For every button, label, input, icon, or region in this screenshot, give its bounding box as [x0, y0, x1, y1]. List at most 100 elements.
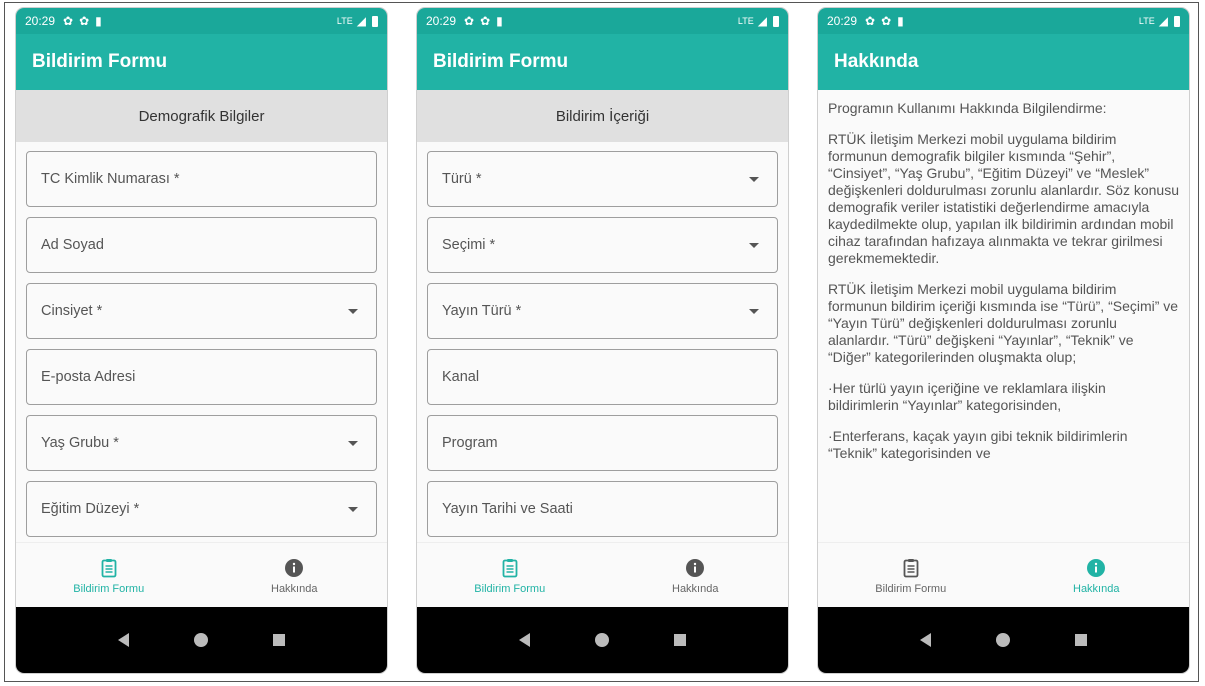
phone-screen-about: 20:29 ✿ ✿ ▮ LTE ◢ Hakkında Programın Kul… [818, 8, 1189, 673]
settings-icon: ✿ [464, 14, 475, 28]
sd-card-icon: ▮ [95, 14, 102, 28]
settings-icon: ✿ [63, 14, 74, 28]
dropdown-arrow-icon [348, 507, 358, 512]
section-header: Demografik Bilgiler [16, 90, 387, 142]
status-time: 20:29 [25, 14, 56, 28]
app-bar-title: Bildirim Formu [16, 34, 387, 90]
about-heading: Programın Kullanımı Hakkında Bilgilendir… [828, 100, 1107, 116]
battery-icon [1174, 15, 1180, 27]
about-paragraph: RTÜK İletişim Merkezi mobil uygulama bil… [828, 131, 1179, 266]
field-label: Program [442, 435, 498, 451]
form-fields: Türü * Seçimi * Yayın Türü * Kanal Progr… [417, 142, 788, 586]
back-icon[interactable] [920, 633, 932, 647]
kanal-field[interactable]: Kanal [427, 349, 778, 405]
tc-kimlik-field[interactable]: TC Kimlik Numarası * [26, 151, 377, 207]
signal-icon: ◢ [757, 14, 767, 28]
info-icon [284, 557, 304, 579]
field-label: E-posta Adresi [41, 369, 136, 385]
recents-icon[interactable] [673, 634, 686, 646]
field-label: Yayın Tarihi ve Saati [442, 501, 573, 517]
network-label: LTE [1138, 16, 1155, 26]
nav-hakkinda[interactable]: Hakkında [1004, 543, 1190, 608]
battery-icon [773, 15, 779, 27]
status-bar: 20:29 ✿ ✿ ▮ LTE ◢ [818, 8, 1189, 34]
field-label: Kanal [442, 369, 480, 385]
clipboard-icon [101, 557, 117, 579]
app-bar-title: Bildirim Formu [417, 34, 788, 90]
about-paragraph: RTÜK İletişim Merkezi mobil uygulama bil… [828, 281, 1179, 365]
field-label: Türü * [442, 171, 482, 187]
dropdown-arrow-icon [348, 309, 358, 314]
field-label: Yayın Türü * [442, 303, 522, 319]
app-bar-title: Hakkında [818, 34, 1189, 90]
settings-icon: ✿ [79, 14, 90, 28]
nav-label: Hakkında [1073, 582, 1120, 595]
info-icon [685, 557, 705, 579]
nav-label: Bildirim Formu [474, 582, 546, 595]
clipboard-icon [502, 557, 518, 579]
status-time: 20:29 [426, 14, 457, 28]
nav-bildirim-formu[interactable]: Bildirim Formu [818, 543, 1004, 608]
recents-icon[interactable] [272, 634, 285, 646]
nav-label: Hakkında [672, 582, 719, 595]
settings-icon: ✿ [881, 14, 892, 28]
sd-card-icon: ▮ [897, 14, 904, 28]
network-label: LTE [737, 16, 754, 26]
yayin-tarihi-field[interactable]: Yayın Tarihi ve Saati [427, 481, 778, 537]
back-icon[interactable] [118, 633, 130, 647]
eposta-field[interactable]: E-posta Adresi [26, 349, 377, 405]
home-icon[interactable] [193, 633, 208, 647]
info-icon [1086, 557, 1106, 579]
section-header: Bildirim İçeriği [417, 90, 788, 142]
field-label: Seçimi * [442, 237, 496, 253]
dropdown-arrow-icon [749, 309, 759, 314]
battery-icon [372, 15, 378, 27]
dropdown-arrow-icon [749, 177, 759, 182]
sd-card-icon: ▮ [496, 14, 503, 28]
nav-bildirim-formu[interactable]: Bildirim Formu [16, 543, 202, 608]
nav-hakkinda[interactable]: Hakkında [603, 543, 789, 608]
egitim-duzeyi-dropdown[interactable]: Eğitim Düzeyi * [26, 481, 377, 537]
clipboard-icon [903, 557, 919, 579]
dropdown-arrow-icon [348, 441, 358, 446]
status-bar: 20:29 ✿ ✿ ▮ LTE ◢ [16, 8, 387, 34]
home-icon[interactable] [594, 633, 609, 647]
bottom-navigation: Bildirim Formu Hakkında [818, 542, 1189, 608]
system-navigation-bar [16, 607, 387, 673]
about-text: Programın Kullanımı Hakkında Bilgilendir… [818, 90, 1189, 534]
nav-hakkinda[interactable]: Hakkında [202, 543, 388, 608]
status-time: 20:29 [827, 14, 858, 28]
field-label: TC Kimlik Numarası * [41, 171, 180, 187]
bottom-navigation: Bildirim Formu Hakkında [16, 542, 387, 608]
field-label: Eğitim Düzeyi * [41, 501, 140, 517]
home-icon[interactable] [995, 633, 1010, 647]
secimi-dropdown[interactable]: Seçimi * [427, 217, 778, 273]
phone-screen-content: 20:29 ✿ ✿ ▮ LTE ◢ Bildirim Formu Bildiri… [417, 8, 788, 673]
signal-icon: ◢ [1158, 14, 1168, 28]
nav-label: Bildirim Formu [875, 582, 947, 595]
program-field[interactable]: Program [427, 415, 778, 471]
ad-soyad-field[interactable]: Ad Soyad [26, 217, 377, 273]
field-label: Cinsiyet * [41, 303, 103, 319]
yas-grubu-dropdown[interactable]: Yaş Grubu * [26, 415, 377, 471]
back-icon[interactable] [519, 633, 531, 647]
network-label: LTE [336, 16, 353, 26]
nav-bildirim-formu[interactable]: Bildirim Formu [417, 543, 603, 608]
cinsiyet-dropdown[interactable]: Cinsiyet * [26, 283, 377, 339]
recents-icon[interactable] [1074, 634, 1087, 646]
nav-label: Hakkında [271, 582, 318, 595]
form-fields: TC Kimlik Numarası * Ad Soyad Cinsiyet *… [16, 142, 387, 586]
settings-icon: ✿ [480, 14, 491, 28]
about-paragraph: ·Enterferans, kaçak yayın gibi teknik bi… [828, 428, 1128, 461]
settings-icon: ✿ [865, 14, 876, 28]
yayin-turu-dropdown[interactable]: Yayın Türü * [427, 283, 778, 339]
turu-dropdown[interactable]: Türü * [427, 151, 778, 207]
about-paragraph: ·Her türlü yayın içeriğine ve reklamlara… [828, 380, 1106, 413]
status-bar: 20:29 ✿ ✿ ▮ LTE ◢ [417, 8, 788, 34]
field-label: Yaş Grubu * [41, 435, 119, 451]
field-label: Ad Soyad [41, 237, 104, 253]
phone-screen-demographics: 20:29 ✿ ✿ ▮ LTE ◢ Bildirim Formu Demogra… [16, 8, 387, 673]
signal-icon: ◢ [356, 14, 366, 28]
nav-label: Bildirim Formu [73, 582, 145, 595]
bottom-navigation: Bildirim Formu Hakkında [417, 542, 788, 608]
